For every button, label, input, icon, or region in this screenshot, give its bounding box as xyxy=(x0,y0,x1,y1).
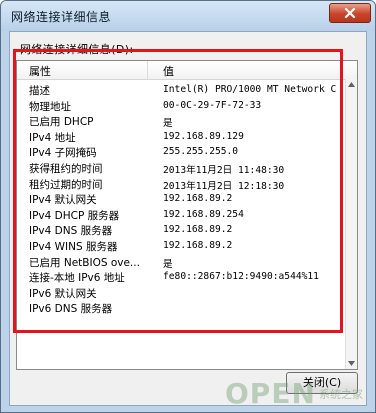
table-row[interactable]: 已启用 DHCP 是 xyxy=(17,114,347,130)
value-cell: 2013年11月2日 11:48:30 xyxy=(163,164,285,176)
close-window-button[interactable] xyxy=(329,3,371,23)
table-row[interactable]: 租约过期的时间 2013年11月2日 12:18:30 xyxy=(17,177,347,193)
scroll-up-arrow-icon[interactable] xyxy=(348,82,355,87)
table-row[interactable]: IPv4 子网掩码 255.255.255.0 xyxy=(17,145,347,161)
value-cell: 192.168.89.2 xyxy=(163,239,233,251)
property-cell: IPv4 子网掩码 xyxy=(29,147,97,160)
table-row[interactable]: IPv4 DHCP 服务器 192.168.89.254 xyxy=(17,208,347,224)
table-row[interactable]: IPv4 地址 192.168.89.129 xyxy=(17,130,347,146)
property-cell: 描述 xyxy=(29,85,50,97)
value-cell: 192.168.89.2 xyxy=(163,224,233,236)
property-cell: 租约过期的时间 xyxy=(29,178,103,191)
property-cell: IPv6 默认网关 xyxy=(29,287,97,300)
table-row[interactable]: IPv4 WINS 服务器 192.168.89.2 xyxy=(17,239,347,255)
table-row[interactable]: 获得租约的时间 2013年11月2日 11:48:30 xyxy=(17,161,347,177)
value-cell: 192.168.89.129 xyxy=(163,130,244,142)
value-cell: 是 xyxy=(163,258,173,270)
value-cell: 00-0C-29-7F-72-33 xyxy=(163,99,262,111)
listview-rows: 描述 Intel(R) PRO/1000 MT Network C 物理地址 00-0… xyxy=(17,83,347,369)
property-cell: 连接-本地 IPv6 地址 xyxy=(29,272,125,285)
property-cell: IPv4 DHCP 服务器 xyxy=(29,209,120,222)
property-cell: IPv6 DNS 服务器 xyxy=(29,303,113,316)
value-cell: 192.168.89.254 xyxy=(163,208,244,220)
table-row[interactable]: IPv4 默认网关 192.168.89.2 xyxy=(17,192,347,208)
column-header-property[interactable]: 属性 xyxy=(29,63,51,79)
property-cell: IPv4 WINS 服务器 xyxy=(29,240,118,253)
table-row[interactable]: 已启用 NetBIOS ove... 是 xyxy=(17,255,347,271)
column-divider[interactable] xyxy=(147,61,148,79)
network-details-dialog: 网络连接详细信息 网络连接详细信息(D): 属性 值 描述 Intel(R) PR… xyxy=(0,0,376,413)
value-cell: 2013年11月2日 12:18:30 xyxy=(163,180,285,192)
scroll-down-arrow-icon[interactable] xyxy=(348,361,355,366)
property-cell: IPv4 地址 xyxy=(29,131,76,144)
table-row[interactable]: IPv4 DNS 服务器 192.168.89.2 xyxy=(17,223,347,239)
details-listview[interactable]: 属性 值 描述 Intel(R) PRO/1000 MT Network C 物理地… xyxy=(16,60,358,370)
dialog-client-area: 网络连接详细信息(D): 属性 值 描述 Intel(R) PRO/1000 MT… xyxy=(9,31,367,406)
table-row[interactable]: IPv6 DNS 服务器 xyxy=(17,301,347,317)
table-row[interactable]: IPv6 默认网关 xyxy=(17,286,347,302)
property-cell: 获得租约的时间 xyxy=(29,162,103,175)
value-cell: 255.255.255.0 xyxy=(163,146,239,158)
watermark-logo: OPEN xyxy=(225,377,316,410)
title-bar[interactable]: 网络连接详细信息 xyxy=(1,1,375,31)
vertical-scrollbar[interactable] xyxy=(345,79,357,369)
property-cell: IPv4 DNS 服务器 xyxy=(29,225,113,238)
close-icon xyxy=(344,7,356,19)
table-row[interactable]: 描述 Intel(R) PRO/1000 MT Network C xyxy=(17,83,347,99)
value-cell: 192.168.89.2 xyxy=(163,193,233,205)
table-row[interactable]: 连接-本地 IPv6 地址 fe80::2867:b12:9490:a544%11 xyxy=(17,270,347,286)
property-cell: IPv4 默认网关 xyxy=(29,194,97,207)
column-header-value[interactable]: 值 xyxy=(163,63,174,79)
table-row[interactable]: 物理地址 00-0C-29-7F-72-33 xyxy=(17,99,347,115)
details-group-label: 网络连接详细信息(D): xyxy=(20,43,134,56)
listview-header: 属性 值 xyxy=(17,61,357,80)
property-cell: 已启用 DHCP xyxy=(29,116,94,129)
property-cell: 物理地址 xyxy=(29,100,71,113)
window-title: 网络连接详细信息 xyxy=(11,10,112,24)
value-cell: Intel(R) PRO/1000 MT Network C xyxy=(163,84,337,95)
watermark-subtext: 系统之家 xyxy=(319,388,363,401)
property-cell: 已启用 NetBIOS ove... xyxy=(29,256,140,269)
value-cell: fe80::2867:b12:9490:a544%11 xyxy=(163,271,319,283)
value-cell: 是 xyxy=(163,118,173,130)
